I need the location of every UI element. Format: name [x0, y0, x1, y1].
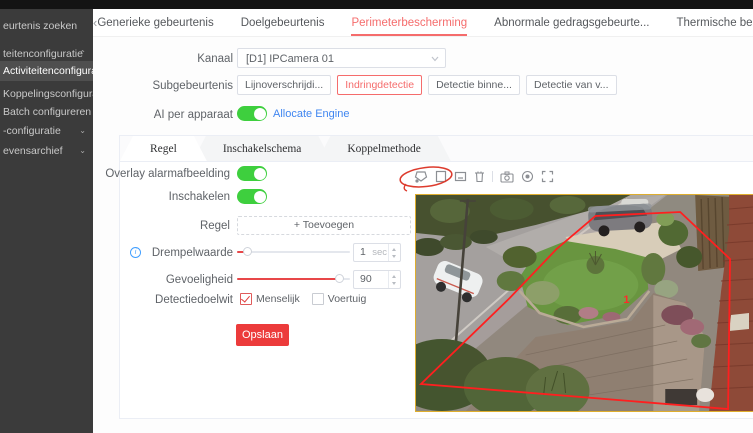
- checkbox-label: Voertuig: [328, 293, 367, 305]
- spin-up-icon[interactable]: [392, 248, 396, 251]
- sidebar-item-activity-config[interactable]: Activiteitenconfiguratie: [0, 61, 93, 81]
- display-region-icon[interactable]: [454, 170, 467, 183]
- toolbar-separator: [492, 171, 493, 182]
- sidebar: eurtenis zoeken teitenconfiguratie⌃ Acti…: [0, 9, 93, 433]
- event-tabs: Generieke gebeurtenis Doelgebeurtenis Pe…: [97, 9, 753, 36]
- tab-perimeter-protection[interactable]: Perimeterbescherming: [351, 9, 467, 36]
- tab-thermal-imaging[interactable]: Thermische beeldvormingsg...: [677, 9, 753, 36]
- sidebar-item-batch-config[interactable]: Batch configureren: [0, 103, 93, 121]
- overlay-alarm-picture-label: Overlay alarmafbeelding: [90, 168, 230, 180]
- subevent-label: Subgebeurtenis: [120, 80, 233, 92]
- add-rule-button[interactable]: + Toevoegen: [237, 216, 411, 235]
- slider-fill: [237, 278, 339, 280]
- chevron-down-icon: ⌄: [79, 122, 86, 140]
- sidebar-item-label: Koppelingsconfiguratie: [3, 88, 93, 100]
- allocate-engine-link[interactable]: Allocate Engine: [273, 108, 349, 120]
- detection-target-options: Menselijk Voertuig: [240, 293, 366, 305]
- subevent-intrusion-button[interactable]: Indringdetectie: [337, 75, 422, 95]
- threshold-label: Drempelwaarde: [140, 247, 233, 259]
- tab-linkage-method[interactable]: Koppelmethode: [317, 136, 450, 161]
- sidebar-item-linkage-config[interactable]: Koppelingsconfiguratie: [0, 85, 93, 103]
- sensitivity-label: Gevoeligheid: [140, 274, 233, 286]
- video-preview[interactable]: 1: [415, 194, 753, 412]
- sensitivity-value: 90: [360, 271, 372, 288]
- chevron-down-icon: ⌄: [79, 142, 86, 160]
- checkbox-icon[interactable]: [240, 293, 252, 305]
- checkbox-icon[interactable]: [312, 293, 324, 305]
- chevron-down-icon: [431, 56, 439, 62]
- sensitivity-spinner[interactable]: [388, 271, 400, 288]
- capture-icon[interactable]: [500, 171, 514, 183]
- draw-rectangle-icon[interactable]: [435, 170, 447, 183]
- threshold-spinner[interactable]: [388, 244, 400, 261]
- sidebar-item-data-archive[interactable]: evensarchief ⌄: [0, 142, 93, 160]
- delete-icon[interactable]: [474, 170, 485, 183]
- tab-arming-schedule[interactable]: Inschakelschema: [193, 136, 332, 161]
- threshold-input[interactable]: 1 sec: [353, 243, 401, 262]
- ai-by-device-label: AI per apparaat: [120, 109, 233, 121]
- overlay-alarm-picture-toggle[interactable]: [237, 166, 267, 181]
- event-tab-bar: ‹ Generieke gebeurtenis Doelgebeurtenis …: [93, 9, 753, 37]
- subevent-region-entrance-button[interactable]: Detectie binne...: [428, 75, 520, 95]
- checkbox-label: Menselijk: [256, 293, 300, 305]
- spin-down-icon[interactable]: [392, 255, 396, 258]
- sidebar-item-label: evensarchief: [3, 145, 63, 157]
- sidebar-item-event-search[interactable]: eurtenis zoeken: [0, 17, 93, 35]
- tab-rule[interactable]: Regel: [120, 136, 207, 161]
- sidebar-item-configuration[interactable]: -configuratie ⌄: [0, 122, 93, 140]
- sensitivity-slider[interactable]: [237, 274, 350, 284]
- sidebar-item-label: eurtenis zoeken: [3, 20, 77, 32]
- checkbox-human[interactable]: Menselijk: [240, 293, 300, 305]
- sidebar-item-label: -configuratie: [3, 125, 61, 137]
- window-top-bar: [0, 0, 753, 9]
- fullscreen-icon[interactable]: [541, 170, 554, 183]
- threshold-unit: sec: [372, 244, 387, 261]
- tab-abnormal-behavior[interactable]: Abnormale gedragsgebeurte...: [494, 9, 649, 36]
- sidebar-item-label: Batch configureren: [3, 106, 91, 118]
- rule-label: Regel: [90, 220, 230, 232]
- zone-number-label: 1: [623, 294, 629, 306]
- channel-select-value: [D1] IPCamera 01: [246, 53, 334, 65]
- save-button[interactable]: Opslaan: [236, 324, 289, 346]
- sidebar-item-label: Activiteitenconfiguratie: [3, 65, 93, 77]
- target-icon[interactable]: [521, 170, 534, 183]
- subevent-buttons: Lijnoverschrijdi... Indringdetectie Dete…: [237, 75, 617, 95]
- detection-target-label: Detectiedoelwit: [120, 294, 233, 306]
- camera-scene: 1: [416, 195, 753, 411]
- slider-handle[interactable]: [243, 247, 252, 256]
- slider-track: [237, 251, 350, 253]
- sidebar-item-label: teitenconfiguratie: [3, 48, 83, 60]
- sensitivity-input[interactable]: 90: [353, 270, 401, 289]
- channel-select[interactable]: [D1] IPCamera 01: [237, 48, 446, 68]
- subevent-region-exit-button[interactable]: Detectie van v...: [526, 75, 617, 95]
- threshold-slider[interactable]: [237, 247, 350, 257]
- slider-handle[interactable]: [335, 274, 344, 283]
- tab-target-event[interactable]: Doelgebeurtenis: [241, 9, 325, 36]
- draw-polygon-icon[interactable]: [414, 170, 428, 183]
- enable-label: Inschakelen: [90, 191, 230, 203]
- threshold-value: 1: [360, 244, 366, 261]
- subevent-line-crossing-button[interactable]: Lijnoverschrijdi...: [237, 75, 331, 95]
- checkbox-vehicle[interactable]: Voertuig: [312, 293, 367, 305]
- video-toolbar: [414, 169, 554, 184]
- enable-toggle[interactable]: [237, 189, 267, 204]
- channel-label: Kanaal: [120, 53, 233, 65]
- rule-panel-tabstrip: Regel Inschakelschema Koppelmethode: [120, 136, 753, 162]
- spin-up-icon[interactable]: [392, 275, 396, 278]
- tab-generic-event[interactable]: Generieke gebeurtenis: [97, 9, 213, 36]
- spin-down-icon[interactable]: [392, 282, 396, 285]
- ai-by-device-toggle[interactable]: [237, 106, 267, 121]
